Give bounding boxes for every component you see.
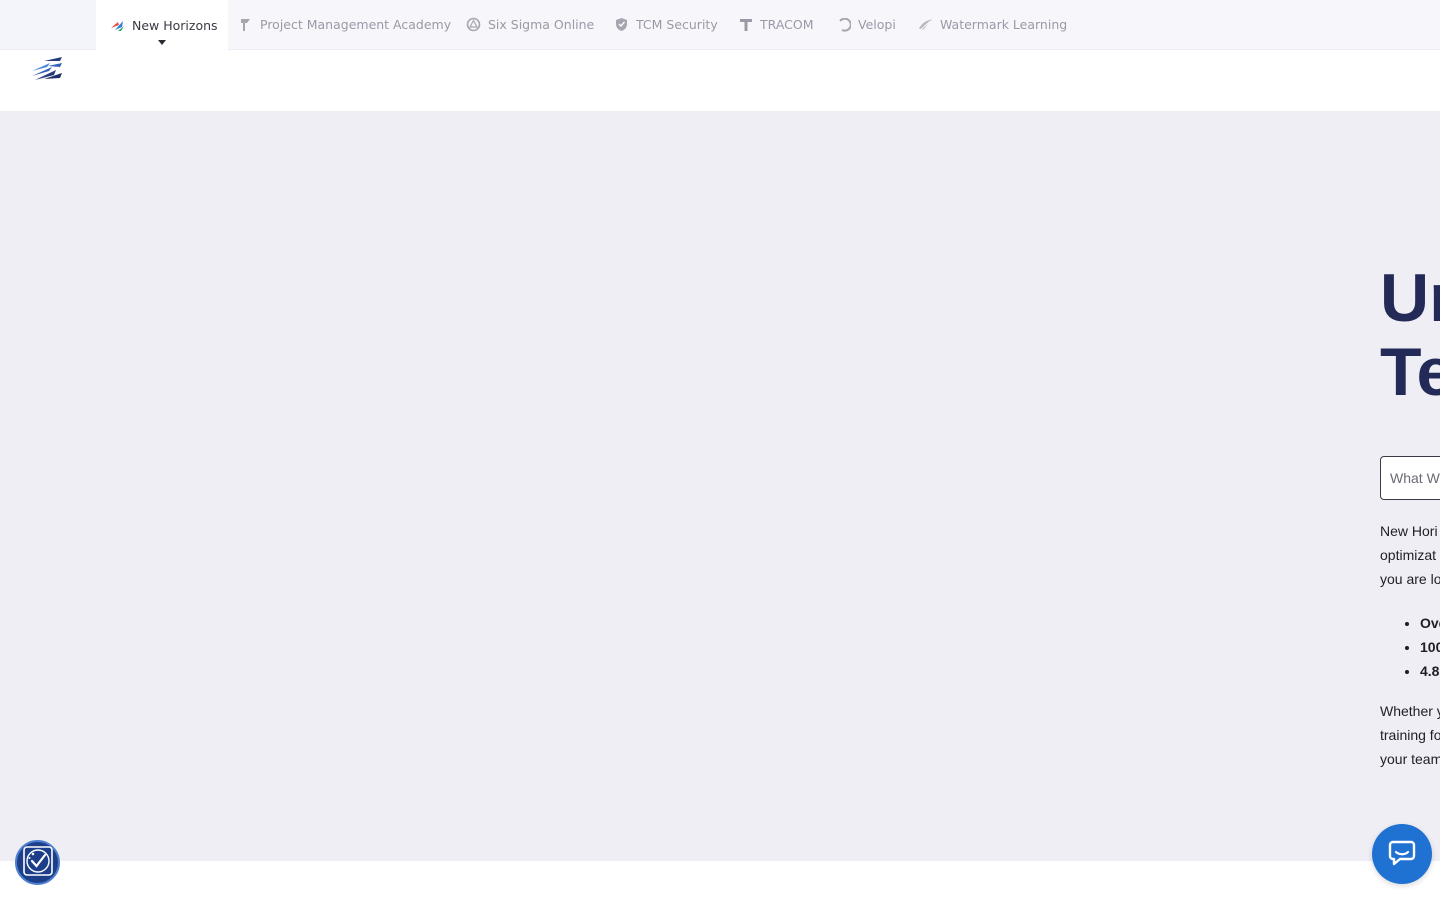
tracom-t-icon — [738, 17, 753, 32]
tcm-shield-icon — [614, 17, 629, 32]
brand-tab-project-management-academy[interactable]: Project Management Academy — [238, 0, 451, 49]
hero-highlights-list: Ove 100 4.8 — [1420, 611, 1440, 683]
chat-launcher-button[interactable] — [1372, 824, 1432, 884]
brand-bar-spacer — [0, 0, 96, 49]
accessibility-button[interactable] — [15, 840, 60, 885]
brand-tab-tcm-security[interactable]: TCM Security — [614, 0, 718, 49]
hero-intro-line-1: New Hori — [1380, 523, 1438, 539]
list-item: 4.8 — [1420, 659, 1440, 683]
hero-closing-line-1: Whether y — [1380, 703, 1440, 719]
hero-intro-line-2: optimizat — [1380, 547, 1437, 563]
hero-closing-paragraph: Whether y training fo your team — [1380, 699, 1440, 771]
brand-tab-label: Velopi — [858, 17, 896, 32]
brand-switcher-bar: New Horizons Project Management Academy … — [0, 0, 1440, 50]
chat-icon — [1387, 837, 1417, 871]
hero-closing-line-2: training fo — [1380, 727, 1440, 743]
hero-intro-paragraph: New Hori optimizat you are lo — [1380, 519, 1440, 591]
brand-tab-velopi[interactable]: Velopi — [836, 0, 896, 49]
brand-tab-new-horizons[interactable]: New Horizons — [96, 0, 228, 50]
new-horizons-logo[interactable] — [30, 57, 64, 85]
brand-tab-label: Six Sigma Online — [488, 17, 595, 32]
hero-description: New Hori optimizat you are lo Ove 100 4.… — [1380, 519, 1440, 771]
accessibility-icon — [22, 845, 54, 881]
course-search-input[interactable] — [1380, 456, 1440, 500]
brand-tab-watermark-learning[interactable]: Watermark Learning — [918, 0, 1067, 49]
pma-logo-icon — [238, 17, 253, 32]
list-item: 100 — [1420, 635, 1440, 659]
brand-tab-label: TCM Security — [636, 17, 718, 32]
chevron-down-icon — [157, 40, 166, 45]
site-header — [0, 50, 1440, 111]
hero-title-line-2: Te — [1380, 334, 1440, 410]
brand-tab-label: New Horizons — [132, 17, 218, 33]
brand-tab-label: Project Management Academy — [260, 17, 452, 32]
hero-intro-line-3: you are lo — [1380, 571, 1440, 587]
watermark-logo-icon — [918, 17, 933, 32]
brand-tab-label: TRACOM — [760, 17, 814, 32]
brand-tab-tracom[interactable]: TRACOM — [738, 0, 814, 49]
brand-tab-six-sigma-online[interactable]: Six Sigma Online — [466, 0, 594, 49]
new-horizons-logo-icon — [110, 18, 125, 33]
hero-title-line-1: Ur — [1380, 260, 1440, 336]
velopi-logo-icon — [836, 17, 851, 32]
hero-section: Ur Te New Hori optimizat you are lo Ove … — [0, 111, 1440, 861]
brand-tab-label: Watermark Learning — [940, 17, 1068, 32]
hero-title: Ur Te — [1380, 261, 1440, 409]
list-item: Ove — [1420, 611, 1440, 635]
six-sigma-logo-icon — [466, 17, 481, 32]
hero-closing-line-3: your team — [1380, 751, 1440, 767]
